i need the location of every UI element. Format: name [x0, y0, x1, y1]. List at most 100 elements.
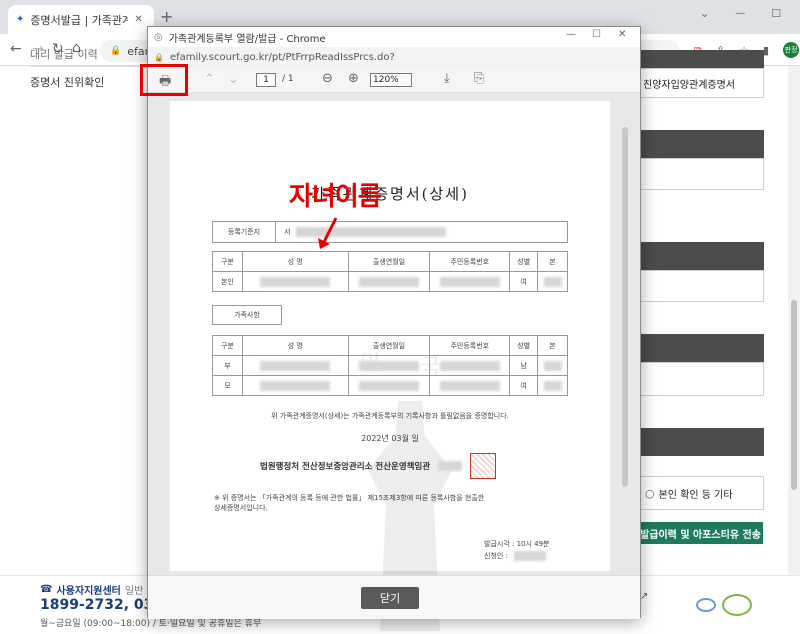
sidebar-item-verify[interactable]: 증명서 진위확인	[30, 74, 104, 90]
card-header	[638, 130, 764, 158]
applicant-row: 신청인 :	[484, 551, 546, 561]
row-gender: 여	[509, 271, 539, 292]
pdf-scrollbar-thumb[interactable]	[622, 127, 628, 487]
certificate-statement: 위 가족관계증명서(상세)는 가족관계등록부의 기록사항과 틀림없음을 증명합니…	[271, 412, 509, 420]
pdf-toolbar: 🖶 ⌃ ⌄ 1 / 1 ⊖ ⊕ 120% ⤓ ⎘	[148, 67, 640, 93]
header-gender: 성별	[509, 335, 539, 356]
maximize-icon[interactable]: ☐	[771, 8, 781, 19]
apostille-button[interactable]: 발급이력 및 아포스티유 전송	[638, 522, 763, 544]
page-number-input[interactable]: 1	[256, 73, 276, 87]
download-icon[interactable]: ⎘	[474, 71, 484, 86]
zoom-select[interactable]: 120%	[370, 73, 412, 87]
external-link-icon[interactable]: ↗	[640, 592, 648, 602]
pdf-viewer: 🖶 ⌃ ⌄ 1 / 1 ⊖ ⊕ 120% ⤓ ⎘ 민 국 가족관계증명서(상세)…	[148, 67, 640, 631]
chrome-icon: ◎	[154, 31, 163, 43]
card-header	[638, 242, 764, 270]
certificate-title: 가족관계증명서(상세)	[311, 185, 469, 203]
tab-search-icon[interactable]: ⌄	[700, 8, 709, 19]
row-name	[241, 355, 349, 376]
row-type: 본인	[212, 271, 243, 292]
table-row: 모 여	[212, 375, 568, 396]
browser-tab[interactable]: ✦ 증명서발급 | 가족관계등록부 | 전자가족관계등록시스템 ✕	[8, 5, 154, 34]
back-icon[interactable]: ←	[10, 42, 22, 56]
header-rrn: 주민등록번호	[429, 335, 511, 356]
popup-footer: 닫기	[148, 575, 640, 619]
zoom-in-icon[interactable]: ⊕	[348, 71, 359, 86]
identity-link-label: 본인 확인 등 기타	[658, 489, 733, 501]
wa-mark-logo-icon	[722, 594, 752, 616]
popup-minimize-icon[interactable]: —	[566, 30, 576, 40]
card-header	[638, 334, 764, 362]
support-center-label: 사용자지원센터	[56, 586, 121, 597]
minimize-icon[interactable]: —	[735, 8, 745, 19]
identity-link[interactable]: ○ 본인 확인 등 기타	[638, 476, 764, 510]
table-header-row: 구분 성 명 출생연월일 주민등록번호 성별 본	[212, 251, 568, 272]
popup-titlebar: ◎ 가족관계등록부 열람/발급 - Chrome — ☐ ✕	[148, 27, 640, 47]
zoom-out-icon[interactable]: ⊖	[322, 71, 333, 86]
certificate-note-line2: 상세증명서입니다.	[214, 504, 268, 512]
redacted-birth	[358, 276, 419, 287]
divider	[30, 66, 140, 67]
row-rrn	[429, 355, 511, 376]
header-birth: 출생연월일	[347, 335, 431, 356]
annotation-child-name: 자녀이름	[289, 182, 382, 212]
redacted-issuer-name	[438, 461, 463, 471]
fit-page-icon[interactable]: ⤓	[444, 71, 450, 86]
certificate-issuer: 법원행정처 전산정보중앙관리소 전산운영책임관	[260, 462, 431, 472]
card[interactable]	[638, 362, 764, 396]
header-rrn: 주민등록번호	[429, 251, 511, 272]
popup-lock-icon: 🔒	[154, 52, 164, 62]
site-favicon-icon: ✦	[16, 14, 25, 25]
redacted-name	[260, 380, 331, 391]
redacted-name	[260, 360, 331, 371]
table-header-row: 구분 성 명 출생연월일 주민등록번호 성별 본	[212, 335, 568, 356]
page-scrollbar-thumb[interactable]	[791, 300, 797, 490]
family-table: 구분 성 명 출생연월일 주민등록번호 성별 본 부 남 모 여	[212, 335, 568, 396]
header-name: 성 명	[241, 251, 349, 272]
popup-window: ◎ 가족관계등록부 열람/발급 - Chrome — ☐ ✕ 🔒 efamily…	[147, 26, 641, 631]
row-rrn	[429, 271, 511, 292]
close-button[interactable]: 닫기	[361, 587, 419, 609]
print-highlight-box	[140, 64, 188, 96]
card[interactable]	[638, 270, 764, 302]
row-name	[241, 271, 349, 292]
sidebar-item-proxy-history[interactable]: 대리 발급 이력	[30, 46, 98, 62]
popup-address-bar[interactable]: 🔒 efamily.scourt.go.kr/pt/PtFrrpReadIssP…	[148, 47, 640, 67]
profile-avatar[interactable]: 판정	[783, 42, 800, 58]
redacted-origin	[543, 380, 562, 391]
prev-page-icon[interactable]: ⌃	[204, 72, 215, 87]
popup-title: 가족관계등록부 열람/발급 - Chrome	[168, 33, 326, 45]
page-total: / 1	[282, 74, 294, 84]
header-type: 구분	[212, 335, 243, 356]
card[interactable]	[638, 158, 764, 190]
redacted-birth	[358, 360, 419, 371]
reg-base-row: 등록기준지 서	[212, 221, 568, 243]
row-gender: 여	[509, 375, 539, 396]
redacted-rrn	[439, 276, 500, 287]
header-birth: 출생연월일	[347, 251, 431, 272]
row-origin	[537, 355, 568, 376]
new-tab-button[interactable]: +	[160, 9, 173, 25]
table-row: 부 남	[212, 355, 568, 376]
row-birth	[347, 355, 431, 376]
row-origin	[537, 271, 568, 292]
phone-icon: ☎	[40, 584, 53, 595]
window-controls: ⌄ — ☐	[700, 8, 781, 19]
header-gender: 성별	[509, 251, 539, 272]
row-origin	[537, 375, 568, 396]
issuer-row: 법원행정처 전산정보중앙관리소 전산운영책임관	[260, 453, 497, 479]
card-adoption-cert[interactable]: 친양자입양관계증명서	[638, 68, 764, 98]
reg-base-label: 등록기준지	[212, 221, 276, 243]
redacted-applicant	[513, 551, 546, 561]
lock-icon: 🔒	[110, 46, 122, 56]
header-name: 성 명	[241, 335, 349, 356]
tab-close-icon[interactable]: ✕	[134, 14, 142, 25]
redacted-rrn	[439, 380, 500, 391]
next-page-icon[interactable]: ⌄	[228, 72, 239, 87]
certificate-page: 민 국 가족관계증명서(상세) 등록기준지 서 구분 성 명 출생연월일 주민등…	[170, 101, 610, 631]
table-row: 본인 여	[212, 271, 568, 292]
card-header	[638, 50, 764, 68]
card-label: 친양자입양관계증명서	[643, 79, 735, 91]
popup-close-icon[interactable]: ✕	[618, 30, 626, 40]
popup-maximize-icon[interactable]: ☐	[592, 30, 601, 40]
